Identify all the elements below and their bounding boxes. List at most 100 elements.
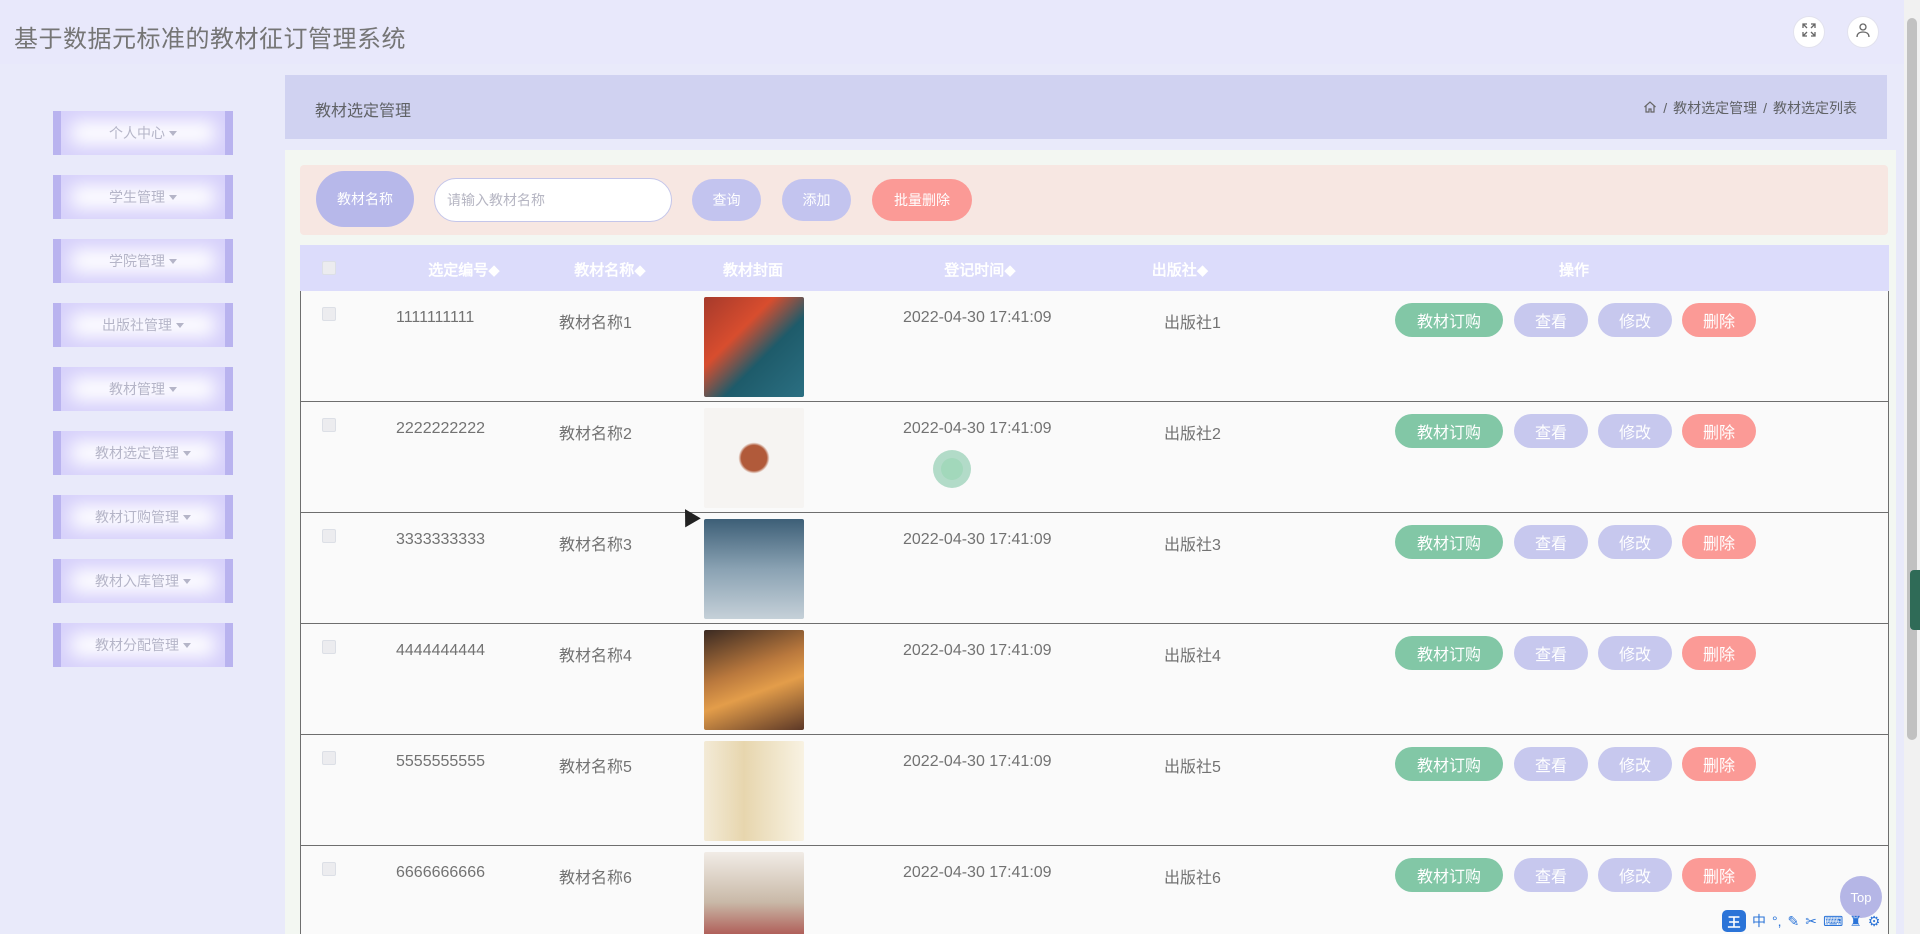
- cell-code: 6666666666: [396, 864, 485, 881]
- column-header-label: 教材名称: [574, 262, 635, 279]
- sidebar-item-publishers[interactable]: 出版社管理: [53, 303, 233, 347]
- delete-button[interactable]: 删除: [1682, 414, 1756, 448]
- cell-name: 教材名称4: [559, 648, 632, 665]
- keyboard-icon[interactable]: ⌨: [1823, 913, 1843, 930]
- user-button[interactable]: [1847, 16, 1879, 48]
- edit-button[interactable]: 修改: [1598, 636, 1672, 670]
- table-header: 选定编号◆ 教材名称◆ 教材封面 登记时间◆ 出版社◆ 操作: [300, 245, 1889, 291]
- cell-time: 2022-04-30 17:41:09: [903, 531, 1052, 548]
- breadcrumb: / 教材选定管理 / 教材选定列表: [1643, 98, 1857, 118]
- view-button[interactable]: 查看: [1514, 525, 1588, 559]
- pen-icon[interactable]: ✎: [1788, 913, 1800, 930]
- delete-button[interactable]: 删除: [1682, 858, 1756, 892]
- order-button[interactable]: 教材订购: [1395, 636, 1503, 670]
- column-header-ops: 操作: [1558, 262, 1589, 279]
- ime-toolbar: 王 中 °, ✎ ✂ ⌨ ♜ ⚙: [1722, 908, 1904, 934]
- table-row: 4444444444 教材名称4 2022-04-30 17:41:09 出版社…: [300, 624, 1889, 735]
- edit-button[interactable]: 修改: [1598, 747, 1672, 781]
- edit-button[interactable]: 修改: [1598, 858, 1672, 892]
- select-all-checkbox[interactable]: [322, 261, 336, 275]
- cell-time: 2022-04-30 17:41:09: [903, 642, 1052, 659]
- shirt-icon[interactable]: ♜: [1849, 913, 1862, 930]
- cell-time: 2022-04-30 17:41:09: [903, 864, 1052, 881]
- top-bar: 基于数据元标准的教材征订管理系统: [0, 0, 1904, 64]
- page-scrollbar[interactable]: [1904, 0, 1920, 934]
- caret-down-icon: [183, 642, 191, 648]
- view-button[interactable]: 查看: [1514, 747, 1588, 781]
- sidebar-item-personal-center[interactable]: 个人中心: [53, 111, 233, 155]
- sidebar-item-students[interactable]: 学生管理: [53, 175, 233, 219]
- delete-button[interactable]: 删除: [1682, 747, 1756, 781]
- ime-logo-icon[interactable]: 王: [1722, 910, 1746, 932]
- sidebar-item-textbook-selection[interactable]: 教材选定管理: [53, 431, 233, 475]
- click-ripple-core: [941, 458, 963, 480]
- edit-button[interactable]: 修改: [1598, 303, 1672, 337]
- caret-down-icon: [169, 258, 177, 264]
- side-floating-tab[interactable]: [1910, 570, 1920, 630]
- add-button[interactable]: 添加: [782, 179, 851, 221]
- table-row: 3333333333 教材名称3 2022-04-30 17:41:09 出版社…: [300, 513, 1889, 624]
- edit-button[interactable]: 修改: [1598, 414, 1672, 448]
- view-button[interactable]: 查看: [1514, 303, 1588, 337]
- row-checkbox[interactable]: [322, 418, 336, 432]
- row-checkbox[interactable]: [322, 862, 336, 876]
- cover-image: [704, 741, 804, 841]
- fullscreen-icon: [1801, 22, 1817, 43]
- cover-image: [704, 852, 804, 934]
- ime-language-toggle[interactable]: 中: [1752, 911, 1766, 931]
- search-panel: 教材名称 查询 添加 批量删除: [300, 165, 1888, 235]
- delete-button[interactable]: 删除: [1682, 303, 1756, 337]
- order-button[interactable]: 教材订购: [1395, 747, 1503, 781]
- delete-button[interactable]: 删除: [1682, 525, 1756, 559]
- query-button[interactable]: 查询: [692, 179, 761, 221]
- row-checkbox[interactable]: [322, 640, 336, 654]
- cell-code: 3333333333: [396, 531, 485, 548]
- cell-name: 教材名称2: [559, 426, 632, 443]
- order-button[interactable]: 教材订购: [1395, 414, 1503, 448]
- view-button[interactable]: 查看: [1514, 636, 1588, 670]
- batch-delete-button[interactable]: 批量删除: [872, 179, 972, 221]
- sidebar-item-colleges[interactable]: 学院管理: [53, 239, 233, 283]
- sidebar-item-textbook-distribution[interactable]: 教材分配管理: [53, 623, 233, 667]
- column-header-code[interactable]: 选定编号◆: [404, 259, 524, 280]
- column-header-name[interactable]: 教材名称◆: [550, 259, 670, 280]
- order-button[interactable]: 教材订购: [1395, 525, 1503, 559]
- sidebar-item-textbook-stock-in[interactable]: 教材入库管理: [53, 559, 233, 603]
- cell-publisher: 出版社1: [1164, 315, 1221, 332]
- home-icon[interactable]: [1643, 100, 1657, 117]
- cell-publisher: 出版社5: [1164, 759, 1221, 776]
- order-button[interactable]: 教材订购: [1395, 303, 1503, 337]
- edit-button[interactable]: 修改: [1598, 525, 1672, 559]
- delete-button[interactable]: 删除: [1682, 636, 1756, 670]
- row-checkbox[interactable]: [322, 307, 336, 321]
- order-button[interactable]: 教材订购: [1395, 858, 1503, 892]
- column-header-time[interactable]: 登记时间◆: [920, 259, 1040, 280]
- view-button[interactable]: 查看: [1514, 858, 1588, 892]
- cell-time: 2022-04-30 17:41:09: [903, 753, 1052, 770]
- ime-punctuation-toggle[interactable]: °,: [1772, 913, 1782, 929]
- row-checkbox[interactable]: [322, 529, 336, 543]
- cell-code: 2222222222: [396, 420, 485, 437]
- sidebar-item-label: 学生管理: [109, 189, 165, 205]
- column-header-publisher[interactable]: 出版社◆: [1130, 259, 1230, 280]
- row-checkbox[interactable]: [322, 751, 336, 765]
- sidebar-item-textbook-orders[interactable]: 教材订购管理: [53, 495, 233, 539]
- sidebar-item-textbooks[interactable]: 教材管理: [53, 367, 233, 411]
- cell-publisher: 出版社2: [1164, 426, 1221, 443]
- breadcrumb-item[interactable]: 教材选定管理: [1673, 98, 1757, 118]
- caret-down-icon: [183, 450, 191, 456]
- table-row: 1111111111 教材名称1 2022-04-30 17:41:09 出版社…: [300, 291, 1889, 402]
- search-input[interactable]: [434, 178, 672, 222]
- scrollbar-thumb[interactable]: [1907, 18, 1917, 740]
- fullscreen-button[interactable]: [1793, 16, 1825, 48]
- caret-down-icon: [183, 578, 191, 584]
- cell-code: 1111111111: [396, 309, 475, 326]
- column-header-cover: 教材封面: [722, 262, 783, 279]
- column-header-label: 选定编号: [428, 262, 489, 279]
- view-button[interactable]: 查看: [1514, 414, 1588, 448]
- scissors-icon[interactable]: ✂: [1805, 913, 1817, 930]
- caret-down-icon: [169, 130, 177, 136]
- table-row: 2222222222 教材名称2 2022-04-30 17:41:09 出版社…: [300, 402, 1889, 513]
- cover-image: [704, 630, 804, 730]
- settings-icon[interactable]: ⚙: [1868, 913, 1881, 930]
